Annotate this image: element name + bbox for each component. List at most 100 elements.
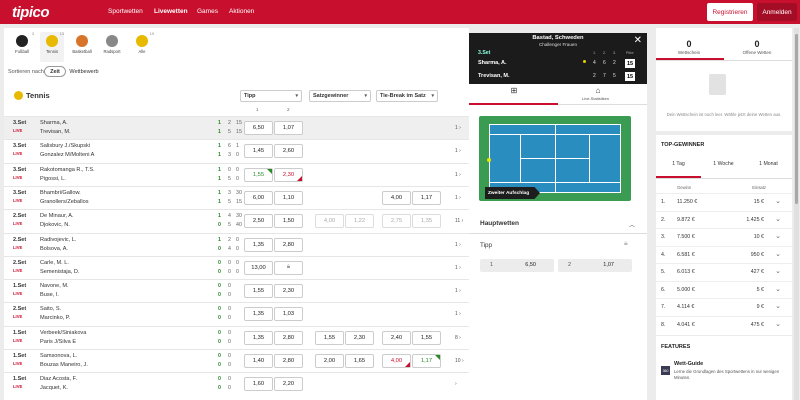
odds-button[interactable]: 1,45 <box>244 144 273 159</box>
odds-button[interactable]: 2,20 <box>274 377 303 392</box>
scrollbar-thumb[interactable] <box>795 34 798 204</box>
more-markets-link[interactable]: › <box>455 381 457 387</box>
odds-button[interactable]: 4,00 <box>315 214 344 229</box>
odds-button[interactable]: 4,00 <box>382 354 411 368</box>
market-select-satzgewinner[interactable]: Satzgewinner ▾ <box>309 90 371 102</box>
sport-filter-3[interactable]: Radsport <box>100 32 124 62</box>
odds-button[interactable]: 1,50 <box>274 214 303 229</box>
nav-livewetten[interactable]: Livewetten <box>154 8 188 15</box>
odds-button[interactable]: 6,50 <box>244 121 273 135</box>
more-markets-link[interactable]: 1 › <box>455 265 461 271</box>
match-row[interactable]: 2.Set LIVE Saito, S. Marcinko, P. 0 0 0 0 1,35 1,… <box>4 302 469 325</box>
odds-button[interactable]: 1,03 <box>274 307 303 322</box>
more-markets-link[interactable]: 1 › <box>455 288 461 294</box>
odds-button[interactable]: 1,35 <box>244 330 273 345</box>
odds-button[interactable]: 4,00 <box>382 190 411 205</box>
match-row[interactable]: 1.Set LIVE Navone, M. Buse, I. 0 0 0 0 1,55 2,30 1… <box>4 279 469 302</box>
odds-button[interactable]: 1,17 <box>412 190 441 205</box>
more-markets-link[interactable]: 1 › <box>455 172 461 178</box>
tab-1-woche[interactable]: 1 Woche <box>701 161 746 167</box>
page-scrollbar[interactable] <box>794 28 799 400</box>
tab-1-monat[interactable]: 1 Monat <box>746 161 791 167</box>
odds-button[interactable]: 2,80 <box>274 354 303 368</box>
tipico-logo[interactable]: tipico <box>12 4 50 21</box>
odds-button[interactable]: 2,50 <box>244 214 273 229</box>
match-row[interactable]: 3.Set LIVE Bhambri/Gallow. Granollers/Zebal… <box>4 185 469 209</box>
more-markets-link[interactable]: 10 › <box>455 358 464 364</box>
odds-button[interactable]: 2,30 <box>345 330 374 345</box>
odds-button[interactable]: 1,55 <box>244 284 273 299</box>
odds-button[interactable]: 6,00 <box>244 190 273 205</box>
odds-button[interactable]: 13,00 <box>244 260 273 275</box>
tab-offene-wetten[interactable]: Offene Wetten <box>732 50 782 55</box>
top-winner-row[interactable]: 7. 4.114 € 9 € ⌄ <box>656 298 792 315</box>
more-markets-link[interactable]: 1 › <box>455 125 461 131</box>
login-button[interactable]: Anmelden <box>757 3 797 21</box>
chevron-down-icon[interactable]: ⌄ <box>775 267 781 275</box>
tab-1-tag[interactable]: 1 Tag <box>656 161 701 167</box>
market-select-tiebreak[interactable]: Tie-Break im Satz ▾ <box>376 90 438 102</box>
top-winner-row[interactable]: 3. 7.500 € 10 € ⌄ <box>656 228 792 245</box>
betslip-count[interactable]: 0 <box>664 39 714 49</box>
odds-button[interactable]: 1,55 <box>244 167 273 182</box>
odds-button[interactable]: 1,35 <box>244 307 273 322</box>
sport-filter-1[interactable]: Tennis 13 <box>40 32 64 62</box>
chevron-up-icon[interactable]: ︿ <box>629 220 635 229</box>
odds-button[interactable]: 1,35 <box>412 214 441 229</box>
odds-button[interactable]: 2,40 <box>382 330 411 345</box>
match-row[interactable]: 2.Set LIVE Radivojevic, L. Bolsova, A. 1 2 0 0 4… <box>4 232 469 256</box>
top-winner-row[interactable]: 8. 4.041 € 475 € ⌄ <box>656 315 792 333</box>
more-markets-link[interactable]: 1 › <box>455 195 461 201</box>
odds-button[interactable]: 1,55 <box>412 330 441 345</box>
odds-button[interactable]: 1,07 <box>274 121 303 135</box>
sport-filter-2[interactable]: Basketball <box>70 32 94 62</box>
more-markets-link[interactable]: 1 › <box>455 242 461 248</box>
odds-button[interactable]: 1,22 <box>345 214 374 229</box>
chevron-down-icon[interactable]: ⌄ <box>775 250 781 258</box>
nav-sportwetten[interactable]: Sportwetten <box>108 8 143 15</box>
match-row[interactable]: 3.Set LIVE Salisbury J./Skupski Gonzalez M/… <box>4 139 469 162</box>
close-icon[interactable]: ✕ <box>634 35 642 46</box>
more-markets-link[interactable]: 8 › <box>455 335 461 341</box>
odds-button[interactable]: 2,80 <box>274 330 303 345</box>
match-row[interactable]: 1.Set LIVE Samsonova, L. Bouzas Maneiro, J.… <box>4 349 469 372</box>
odds-button[interactable]: 1,17 <box>412 354 441 368</box>
more-markets-link[interactable]: 11 › <box>455 218 463 224</box>
chevron-down-icon[interactable]: ⌄ <box>775 320 781 328</box>
chevron-down-icon[interactable]: ⌄ <box>775 215 781 223</box>
tab-wettschein[interactable]: Wettschein <box>664 50 714 55</box>
sort-option-wettbewerb[interactable]: Wettbewerb <box>66 66 102 77</box>
nav-games[interactable]: Games <box>197 8 218 15</box>
odds-button[interactable]: 2,75 <box>382 214 411 229</box>
match-row[interactable]: 3.Set LIVE Rakotomanga R., T.S. Pigossi, L.… <box>4 162 469 186</box>
odds-button[interactable]: 2,60 <box>274 144 303 159</box>
odds-button[interactable]: 2,30 <box>274 167 303 182</box>
open-bets-count[interactable]: 0 <box>732 39 782 49</box>
sport-filter-4[interactable]: Alle 19 <box>130 32 154 62</box>
more-markets-link[interactable]: 1 › <box>455 148 461 154</box>
top-winner-row[interactable]: 5. 6.013 € 427 € ⌄ <box>656 263 792 280</box>
match-row[interactable]: 2.Set LIVE De Minaur, A. Djokovic, N. 1 4 30 0 5… <box>4 209 469 232</box>
court-view-icon[interactable]: ⊞ <box>509 86 519 95</box>
odds-button[interactable]: 1,10 <box>274 190 303 205</box>
match-row[interactable]: 1.Set LIVE Diaz Acosta, F. Jacquet, K. 0 0 0 0 1… <box>4 372 469 395</box>
top-winner-row[interactable]: 2. 9.872 € 1.425 € ⌄ <box>656 210 792 228</box>
market-select-tipp[interactable]: Tipp ▾ <box>240 90 302 102</box>
chevron-down-icon[interactable]: ⌄ <box>775 232 781 240</box>
pick-button-1[interactable]: 1 6,50 <box>480 259 554 272</box>
pick-button-2[interactable]: 2 1,07 <box>558 259 632 272</box>
odds-button[interactable]: 2,00 <box>315 354 344 368</box>
odds-button[interactable]: 2,80 <box>274 237 303 252</box>
odds-button[interactable]: 2,30 <box>274 284 303 299</box>
tab-live-statistiken[interactable]: Live-Statistiken <box>582 96 609 101</box>
more-markets-link[interactable]: 1 › <box>455 311 461 317</box>
main-bets-heading[interactable]: Hauptwetten <box>480 220 519 227</box>
register-button[interactable]: Registrieren <box>707 3 753 21</box>
odds-button[interactable]: 1,60 <box>244 377 273 392</box>
sort-option-zeit[interactable]: Zeit <box>44 66 66 77</box>
nav-aktionen[interactable]: Aktionen <box>229 8 254 15</box>
match-row[interactable]: 3.Set LIVE Sharma, A. Trevisan, M. 1 2 15 1 5 15 6… <box>4 116 469 139</box>
odds-button[interactable]: 1,65 <box>345 354 374 368</box>
top-winner-row[interactable]: 1. 11.250 € 15 € ⌄ <box>656 193 792 210</box>
top-winner-row[interactable]: 4. 6.581 € 950 € ⌄ <box>656 245 792 263</box>
